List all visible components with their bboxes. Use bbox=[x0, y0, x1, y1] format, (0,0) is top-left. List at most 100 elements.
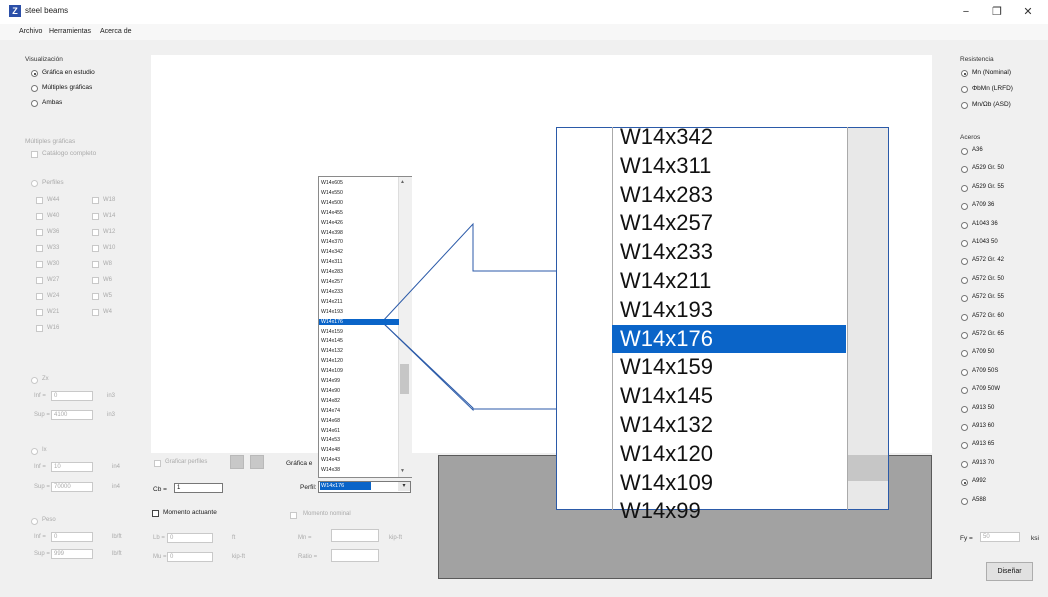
acero-radio[interactable] bbox=[961, 148, 968, 155]
acero-radio[interactable] bbox=[961, 332, 968, 339]
dropdown-list-item[interactable]: W14x398 bbox=[321, 230, 399, 236]
menu-archivo[interactable]: Archivo bbox=[19, 28, 42, 35]
momento-nominal-checkbox[interactable] bbox=[290, 512, 297, 519]
dropdown-list-item[interactable]: W14x68 bbox=[321, 418, 399, 424]
acero-radio[interactable] bbox=[961, 166, 968, 174]
dropdown-list-item[interactable]: W14x120 bbox=[321, 358, 399, 364]
acero-radio[interactable] bbox=[961, 184, 968, 192]
graficar-perfiles-checkbox[interactable] bbox=[154, 460, 161, 467]
peso-radio[interactable] bbox=[31, 518, 38, 525]
acero-radio[interactable] bbox=[961, 497, 968, 505]
catalogo-checkbox[interactable] bbox=[31, 151, 38, 158]
dropdown-list-item[interactable]: W14x211 bbox=[321, 299, 399, 305]
momento-actuante-checkbox[interactable] bbox=[152, 510, 159, 517]
dropdown-list-item[interactable]: W14x132 bbox=[321, 348, 399, 354]
acero-radio[interactable] bbox=[961, 405, 968, 413]
dropdown-list-item[interactable]: W14x426 bbox=[321, 220, 399, 226]
mu-input[interactable]: 0 bbox=[167, 552, 213, 562]
acero-radio[interactable] bbox=[961, 221, 968, 229]
perfil-checkbox[interactable] bbox=[92, 309, 99, 316]
perfil-checkbox[interactable] bbox=[36, 197, 43, 204]
perfil-checkbox[interactable] bbox=[36, 261, 43, 268]
perfil-checkbox[interactable] bbox=[36, 245, 43, 252]
dropdown-list-item[interactable]: W14x193 bbox=[321, 309, 399, 315]
chevron-down-icon[interactable]: ▾ bbox=[398, 482, 410, 491]
dropdown-list-item[interactable]: W14x176 bbox=[319, 318, 399, 325]
resistencia-radio[interactable] bbox=[961, 70, 968, 77]
perfil-checkbox[interactable] bbox=[92, 197, 99, 204]
perfil-checkbox[interactable] bbox=[92, 213, 99, 220]
acero-radio[interactable] bbox=[961, 313, 968, 321]
dropdown-list-item[interactable]: W14x82 bbox=[321, 398, 399, 404]
dropdown-list-item[interactable]: W14x38 bbox=[321, 467, 399, 473]
acero-radio[interactable] bbox=[961, 479, 968, 487]
dropdown-list-item[interactable]: W14x342 bbox=[321, 249, 399, 255]
dropdown-list-item[interactable]: W14x90 bbox=[321, 388, 399, 394]
acero-radio[interactable] bbox=[961, 240, 968, 247]
peso-sup-input[interactable]: 999 bbox=[51, 549, 93, 559]
cb-input[interactable]: 1 bbox=[174, 483, 223, 493]
minimize-button[interactable]: − bbox=[953, 3, 979, 21]
dropdown-list-item[interactable]: W14x311 bbox=[321, 259, 399, 265]
ix-inf-input[interactable]: 10 bbox=[51, 462, 93, 472]
zx-inf-input[interactable]: 0 bbox=[51, 391, 93, 401]
acero-radio[interactable] bbox=[961, 387, 968, 395]
acero-radio[interactable] bbox=[961, 203, 968, 211]
perfil-checkbox[interactable] bbox=[92, 261, 99, 268]
dropdown-list-item[interactable]: W14x159 bbox=[321, 329, 399, 335]
lb-input[interactable]: 0 bbox=[167, 533, 213, 543]
dropdown-list-item[interactable]: W14x455 bbox=[321, 210, 399, 216]
dropdown-list-item[interactable]: W14x43 bbox=[321, 457, 399, 463]
color-swatch-2[interactable] bbox=[250, 455, 264, 469]
resistencia-radio[interactable] bbox=[961, 86, 968, 93]
menu-herramientas[interactable]: Herramientas bbox=[49, 28, 91, 35]
dropdown-list-item[interactable]: W14x370 bbox=[321, 239, 399, 245]
perfil-checkbox[interactable] bbox=[92, 245, 99, 252]
dropdown-list-item[interactable]: W14x61 bbox=[321, 428, 399, 434]
fy-input[interactable]: 50 bbox=[980, 532, 1020, 542]
dropdown-list-item[interactable]: W14x233 bbox=[321, 289, 399, 295]
visualizacion-radio[interactable] bbox=[31, 100, 38, 107]
dropdown-list-item[interactable]: W14x99 bbox=[321, 378, 399, 384]
dropdown-list-item[interactable]: W14x500 bbox=[321, 200, 399, 206]
perfil-checkbox[interactable] bbox=[92, 277, 99, 284]
dropdown-list-item[interactable]: W14x145 bbox=[321, 338, 399, 344]
dropdown-list-item[interactable]: W14x74 bbox=[321, 408, 399, 414]
dropdown-list-item[interactable]: W14x257 bbox=[321, 279, 399, 285]
visualizacion-radio[interactable] bbox=[31, 85, 38, 92]
zx-radio[interactable] bbox=[31, 377, 38, 384]
perfil-checkbox[interactable] bbox=[92, 229, 99, 236]
perfil-checkbox[interactable] bbox=[36, 293, 43, 300]
color-swatch-1[interactable] bbox=[230, 455, 244, 469]
dropdown-list-item[interactable]: W14x109 bbox=[321, 368, 399, 374]
perfiles-radio[interactable] bbox=[31, 180, 38, 187]
dropdown-list-item[interactable]: W14x48 bbox=[321, 447, 399, 453]
zx-sup-input[interactable]: 4100 bbox=[51, 410, 93, 420]
perfil-checkbox[interactable] bbox=[36, 309, 43, 316]
acero-radio[interactable] bbox=[961, 368, 968, 376]
acero-radio[interactable] bbox=[961, 350, 968, 358]
ix-sup-input[interactable]: 70000 bbox=[51, 482, 93, 492]
menu-acerca-de[interactable]: Acerca de bbox=[100, 28, 132, 35]
peso-inf-input[interactable]: 0 bbox=[51, 532, 93, 542]
acero-radio[interactable] bbox=[961, 276, 968, 284]
perfil-checkbox[interactable] bbox=[36, 229, 43, 236]
perfil-checkbox[interactable] bbox=[36, 213, 43, 220]
perfil-checkbox[interactable] bbox=[36, 325, 43, 332]
dropdown-list-item[interactable]: W14x53 bbox=[321, 437, 399, 443]
acero-radio[interactable] bbox=[961, 258, 968, 266]
acero-radio[interactable] bbox=[961, 424, 968, 431]
acero-radio[interactable] bbox=[961, 295, 968, 303]
ix-radio[interactable] bbox=[31, 448, 38, 455]
visualizacion-radio[interactable] bbox=[31, 70, 38, 77]
scroll-down-icon[interactable]: ▼ bbox=[400, 468, 405, 474]
dropdown-list-item[interactable]: W14x550 bbox=[321, 190, 399, 196]
close-button[interactable]: ✕ bbox=[1015, 3, 1041, 21]
resistencia-radio[interactable] bbox=[961, 102, 968, 109]
dropdown-list-item[interactable]: W14x283 bbox=[321, 269, 399, 275]
disenar-button[interactable]: Diseñar bbox=[986, 562, 1033, 581]
dropdown-list-item[interactable]: W14x605 bbox=[321, 180, 399, 186]
perfil-checkbox[interactable] bbox=[92, 293, 99, 300]
acero-radio[interactable] bbox=[961, 460, 968, 468]
perfil-checkbox[interactable] bbox=[36, 277, 43, 284]
